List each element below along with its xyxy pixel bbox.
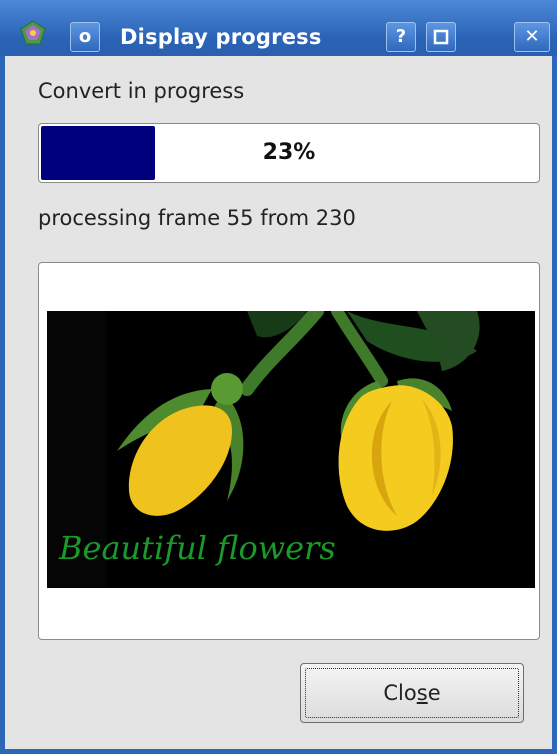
- close-button-label: Close: [383, 681, 441, 705]
- status-label: Convert in progress: [38, 79, 245, 103]
- close-icon: ✕: [524, 26, 540, 47]
- help-icon: ?: [395, 26, 407, 47]
- frame-preview: Beautiful flowers: [38, 262, 540, 640]
- window-menu-icon: o: [78, 26, 92, 47]
- app-icon[interactable]: [20, 20, 46, 46]
- close-button[interactable]: Close: [300, 663, 524, 723]
- frame-status-text: processing frame 55 from 230: [38, 206, 356, 230]
- window-menu-button[interactable]: o: [70, 22, 100, 52]
- help-button[interactable]: ?: [386, 22, 416, 52]
- progress-percent: 23%: [262, 140, 316, 165]
- progress-dialog: o Display progress ? ✕ Convert in progre…: [0, 0, 557, 754]
- window-title: Display progress: [120, 25, 322, 49]
- title-bar[interactable]: o Display progress ? ✕: [0, 0, 557, 56]
- progress-bar: 23%: [38, 123, 540, 183]
- maximize-icon: [433, 29, 449, 45]
- frame-preview-image: Beautiful flowers: [47, 311, 535, 588]
- close-window-button[interactable]: ✕: [514, 22, 550, 52]
- preview-caption: Beautiful flowers: [58, 529, 336, 567]
- maximize-button[interactable]: [426, 22, 456, 52]
